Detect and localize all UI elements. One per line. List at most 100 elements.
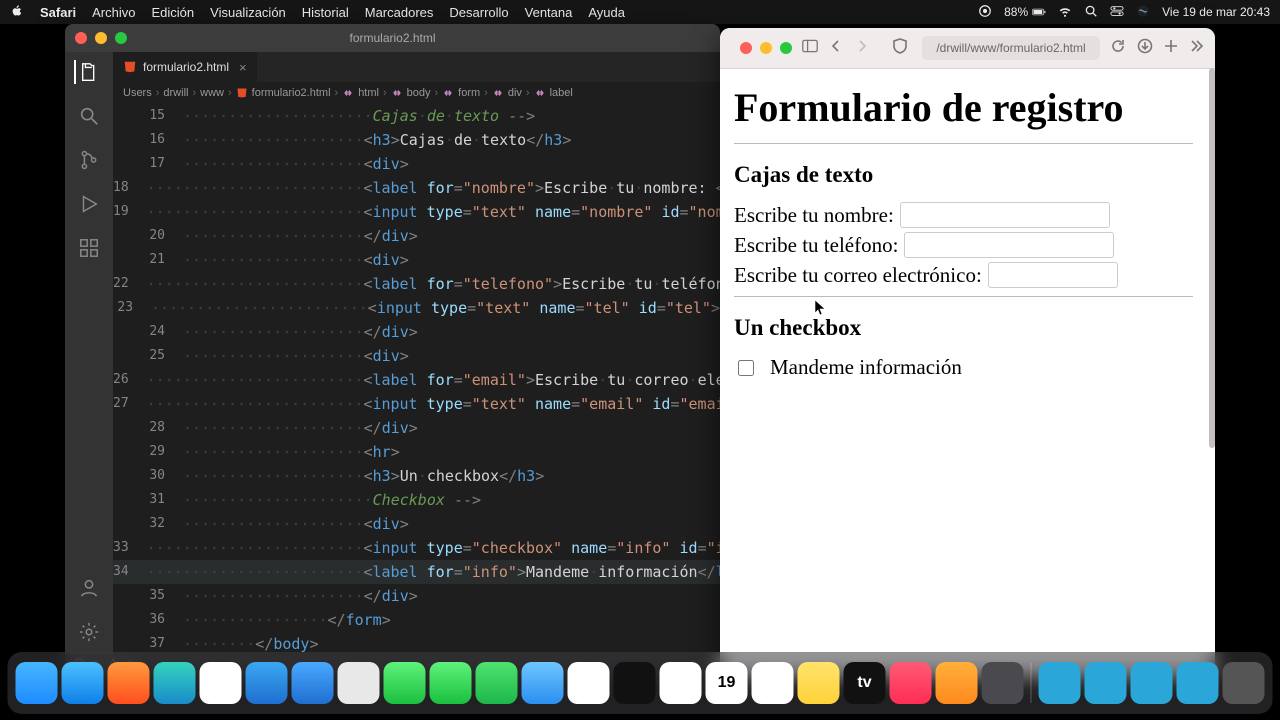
dock-appletv-icon[interactable]: tv: [844, 662, 886, 704]
vscode-titlebar[interactable]: formulario2.html: [65, 24, 720, 52]
menu-archivo[interactable]: Archivo: [92, 5, 135, 20]
dock-numbers-icon[interactable]: [660, 662, 702, 704]
code-line[interactable]: 20····················</div>: [113, 224, 720, 248]
dock-trash-icon[interactable]: [1223, 662, 1265, 704]
code-line[interactable]: 33························<input type="c…: [113, 536, 720, 560]
dock-notes-list-icon[interactable]: [752, 662, 794, 704]
dock-stocks-icon[interactable]: [614, 662, 656, 704]
sidebar-toggle-icon[interactable]: [802, 38, 818, 59]
dock-folder-downloads-icon[interactable]: [1177, 662, 1219, 704]
dock-settings-icon[interactable]: [982, 662, 1024, 704]
dock-reminders-icon[interactable]: [568, 662, 610, 704]
reload-icon[interactable]: [1110, 38, 1126, 59]
menubar-app[interactable]: Safari: [40, 5, 76, 20]
url-bar[interactable]: /drwill/www/formulario2.html: [922, 36, 1100, 60]
vscode-editor[interactable]: 15·····················Cajas·de·texto --…: [113, 104, 720, 654]
code-line[interactable]: 24····················</div>: [113, 320, 720, 344]
tabs-overview-icon[interactable]: [1189, 38, 1205, 59]
dock-folder-desktop-icon[interactable]: [1039, 662, 1081, 704]
input-telefono[interactable]: [904, 232, 1114, 258]
screenrecord-icon[interactable]: [978, 4, 992, 21]
dock-folder-documents-icon[interactable]: [1085, 662, 1127, 704]
code-line[interactable]: 34························<label for="in…: [113, 560, 720, 584]
maximize-icon[interactable]: [780, 42, 792, 54]
menubar-clock[interactable]: Vie 19 de mar 20:43: [1162, 5, 1270, 19]
input-email[interactable]: [988, 262, 1118, 288]
wifi-icon[interactable]: [1058, 4, 1072, 21]
gear-icon[interactable]: [77, 620, 101, 644]
close-tab-icon[interactable]: ×: [239, 60, 247, 75]
extensions-icon[interactable]: [77, 236, 101, 260]
menu-edicion[interactable]: Edición: [152, 5, 195, 20]
code-line[interactable]: 17····················<div>: [113, 152, 720, 176]
safari-window: /drwill/www/formulario2.html Formulario …: [720, 28, 1215, 676]
search-icon[interactable]: [77, 104, 101, 128]
code-line[interactable]: 36················</form>: [113, 608, 720, 632]
code-line[interactable]: 28····················</div>: [113, 416, 720, 440]
forward-button-icon[interactable]: [854, 38, 870, 59]
vscode-breadcrumb[interactable]: Users› drwill› www› formulario2.html› ht…: [113, 82, 720, 104]
code-line[interactable]: 19························<input type="t…: [113, 200, 720, 224]
dock-facetime-icon[interactable]: [384, 662, 426, 704]
dock-edge-icon[interactable]: [154, 662, 196, 704]
new-tab-icon[interactable]: [1163, 38, 1179, 59]
code-line[interactable]: 15·····················Cajas·de·texto --…: [113, 104, 720, 128]
label-info[interactable]: Mandeme información: [770, 355, 962, 380]
dock-notes-icon[interactable]: [798, 662, 840, 704]
tab-formulario2[interactable]: formulario2.html ×: [113, 52, 258, 82]
dock-firefox-icon[interactable]: [108, 662, 150, 704]
back-button-icon[interactable]: [828, 38, 844, 59]
debug-icon[interactable]: [77, 192, 101, 216]
code-line[interactable]: 29····················<hr>: [113, 440, 720, 464]
minimize-icon[interactable]: [760, 42, 772, 54]
dock-screenshot-icon[interactable]: [338, 662, 380, 704]
dock-safari-icon[interactable]: [62, 662, 104, 704]
code-line[interactable]: 18························<label for="no…: [113, 176, 720, 200]
menu-ventana[interactable]: Ventana: [525, 5, 573, 20]
code-line[interactable]: 25····················<div>: [113, 344, 720, 368]
siri-icon[interactable]: [1136, 4, 1150, 21]
code-line[interactable]: 31·····················Checkbox -->: [113, 488, 720, 512]
shield-icon[interactable]: [892, 38, 908, 59]
code-line[interactable]: 23························<input type="t…: [113, 296, 720, 320]
code-line[interactable]: 22························<label for="te…: [113, 272, 720, 296]
dock-music-icon[interactable]: [890, 662, 932, 704]
scrollbar[interactable]: [1209, 68, 1215, 448]
menu-desarrollo[interactable]: Desarrollo: [449, 5, 508, 20]
dock-xcode-icon[interactable]: [292, 662, 334, 704]
spotlight-icon[interactable]: [1084, 4, 1098, 21]
dock-whatsapp-icon[interactable]: [476, 662, 518, 704]
menubar: Safari Archivo Edición Visualización His…: [0, 0, 1280, 24]
dock-vscode-icon[interactable]: [246, 662, 288, 704]
battery-status[interactable]: 88%: [1004, 5, 1046, 19]
apple-menu-icon[interactable]: [10, 4, 24, 21]
control-center-icon[interactable]: [1110, 4, 1124, 21]
menu-historial[interactable]: Historial: [302, 5, 349, 20]
code-line[interactable]: 32····················<div>: [113, 512, 720, 536]
safari-toolbar: /drwill/www/formulario2.html: [720, 28, 1215, 69]
dock-finder-icon[interactable]: [16, 662, 58, 704]
accounts-icon[interactable]: [77, 576, 101, 600]
menu-visualizacion[interactable]: Visualización: [210, 5, 286, 20]
dock-mail-icon[interactable]: [522, 662, 564, 704]
code-line[interactable]: 27························<input type="t…: [113, 392, 720, 416]
close-icon[interactable]: [740, 42, 752, 54]
dock-books-icon[interactable]: [936, 662, 978, 704]
sourcecontrol-icon[interactable]: [77, 148, 101, 172]
code-line[interactable]: 35····················</div>: [113, 584, 720, 608]
code-line[interactable]: 16····················<h3>Cajas·de·texto…: [113, 128, 720, 152]
code-line[interactable]: 37········</body>: [113, 632, 720, 654]
explorer-icon[interactable]: [74, 60, 102, 84]
code-line[interactable]: 26························<label for="em…: [113, 368, 720, 392]
input-nombre[interactable]: [900, 202, 1110, 228]
dock-chrome-icon[interactable]: [200, 662, 242, 704]
menu-marcadores[interactable]: Marcadores: [365, 5, 434, 20]
dock-messages-icon[interactable]: [430, 662, 472, 704]
checkbox-info[interactable]: [738, 360, 754, 376]
downloads-icon[interactable]: [1137, 38, 1153, 59]
dock-folder-dev-icon[interactable]: [1131, 662, 1173, 704]
menu-ayuda[interactable]: Ayuda: [588, 5, 625, 20]
code-line[interactable]: 30····················<h3>Un·checkbox</h…: [113, 464, 720, 488]
dock-calendar-icon[interactable]: 19: [706, 662, 748, 704]
code-line[interactable]: 21····················<div>: [113, 248, 720, 272]
